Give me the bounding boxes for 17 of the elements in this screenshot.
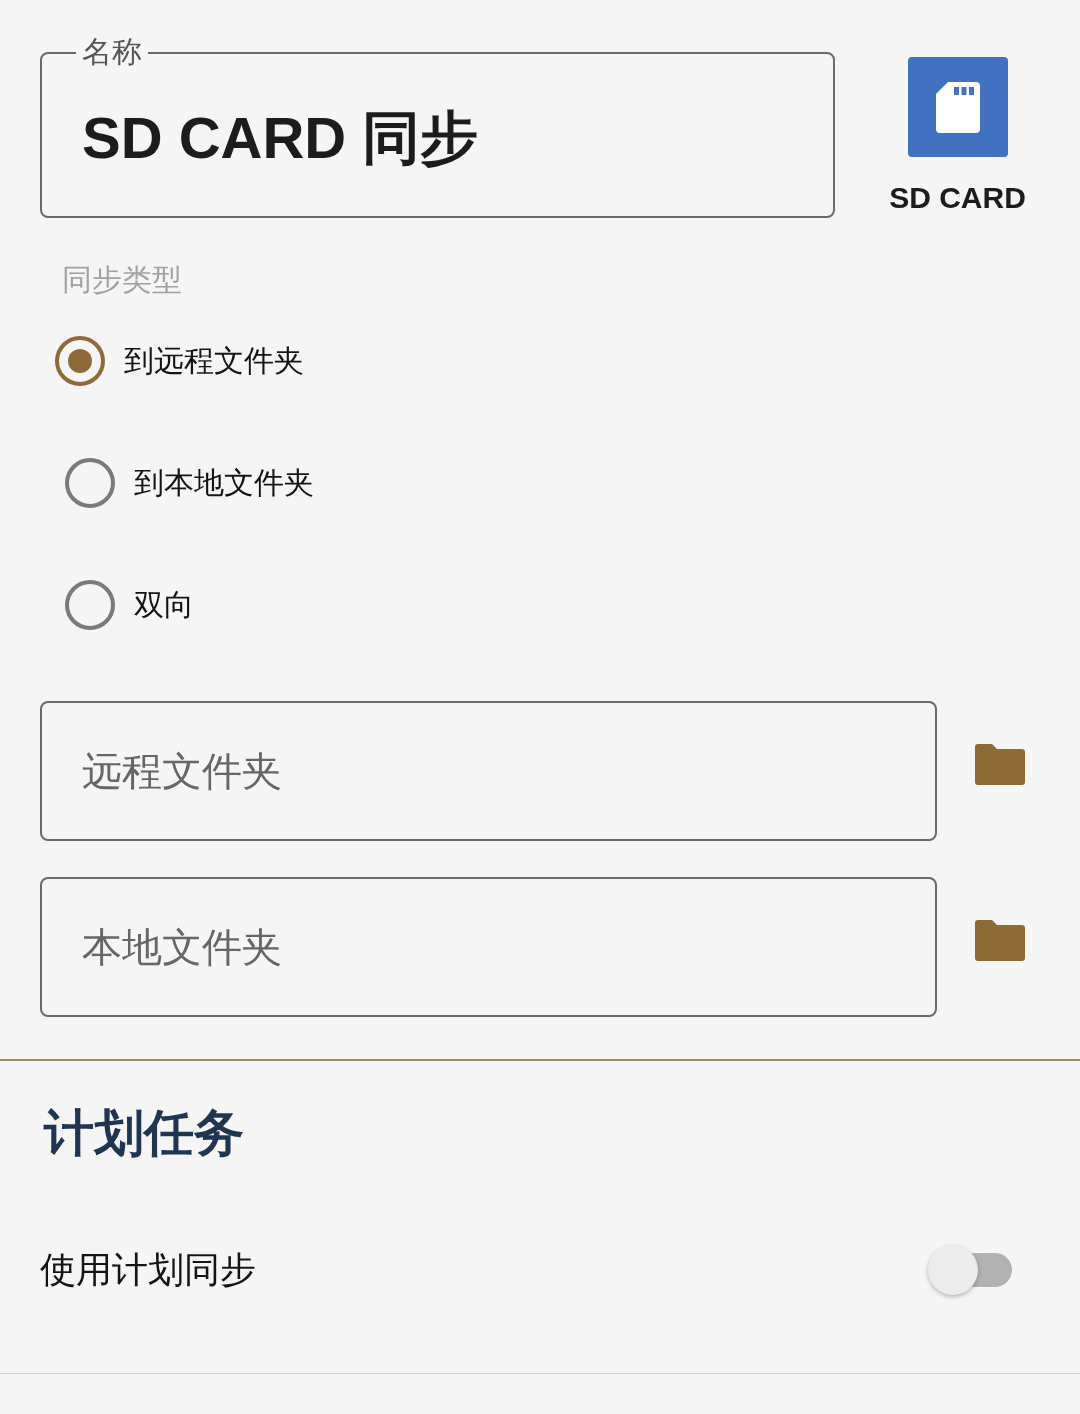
setting-label: 使用计划同步 [40,1248,256,1292]
sd-card-icon[interactable] [907,57,1008,157]
radio-label[interactable]: 到本地文件夹 [134,463,314,503]
radio-button[interactable] [55,336,105,386]
folder-icon[interactable] [975,743,1025,785]
group-label: 同步类型 [62,265,182,295]
folder-path-field[interactable]: 远程文件夹 [40,701,937,841]
folder-icon[interactable] [975,919,1025,961]
toggle-switch[interactable] [928,1245,1012,1295]
field-label: 名称 [76,37,148,67]
section-heading: 计划任务 [44,1103,244,1163]
folder-path-field[interactable]: 本地文件夹 [40,877,937,1017]
radio-label[interactable]: 到远程文件夹 [124,341,304,381]
radio-button[interactable] [65,458,115,508]
icon-label: SD CARD [889,183,1026,213]
radio-button[interactable] [65,580,115,630]
radio-label[interactable]: 双向 [134,585,194,625]
